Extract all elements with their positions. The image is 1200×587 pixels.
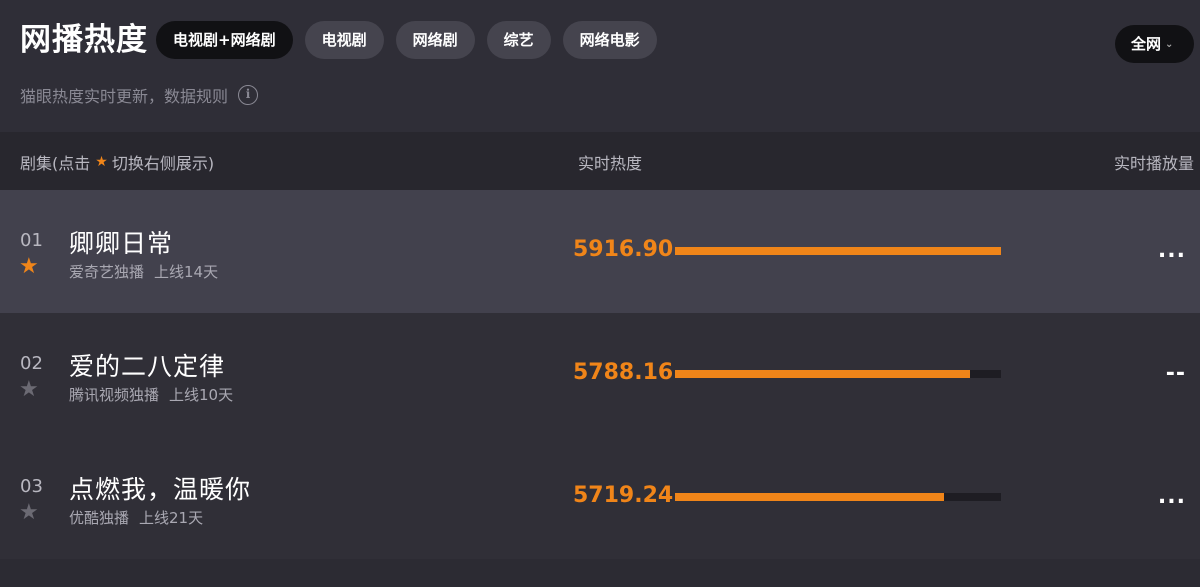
- heat-value: 5719.24: [573, 483, 674, 508]
- column-title-prefix: 剧集(点击: [20, 154, 91, 173]
- rank-number: 01: [20, 230, 43, 251]
- bottom-strip: [0, 559, 1200, 587]
- star-icon: ★: [95, 154, 108, 170]
- tab-tv-and-web-drama[interactable]: 电视剧+网络剧: [156, 21, 293, 59]
- play-count: --: [1165, 361, 1186, 386]
- tab-tv-drama[interactable]: 电视剧: [304, 21, 384, 59]
- heat-bar-fill: [675, 493, 944, 501]
- heat-bar-track: [675, 493, 1001, 501]
- heat-bar-track: [675, 247, 1001, 255]
- days-online-label: 上线21天: [139, 509, 204, 527]
- platform-label: 爱奇艺独播: [69, 263, 145, 281]
- platform-label: 腾讯视频独播: [69, 386, 160, 404]
- subtitle-text: 猫眼热度实时更新，数据规则: [20, 87, 229, 106]
- heat-bar-fill: [675, 247, 1001, 255]
- rank-number: 02: [20, 353, 43, 374]
- column-plays: 实时播放量: [1113, 154, 1194, 173]
- table-row[interactable]: 03 ★ 点燃我，温暖你 优酷独播 上线21天 5719.24 ...: [0, 436, 1200, 559]
- heat-bar-track: [675, 370, 1001, 378]
- play-count: ...: [1157, 238, 1186, 263]
- days-online-label: 上线14天: [154, 263, 219, 281]
- star-icon[interactable]: ★: [19, 379, 39, 401]
- show-title[interactable]: 卿卿日常: [69, 224, 173, 260]
- show-title[interactable]: 爱的二八定律: [69, 347, 225, 383]
- category-tabs: 电视剧+网络剧 电视剧 网络剧 综艺 网络电影: [156, 21, 669, 59]
- header: 网播热度 电视剧+网络剧 电视剧 网络剧 综艺 网络电影 全网 ⌄ 猫眼热度实时更…: [0, 0, 1200, 132]
- show-meta: 优酷独播 上线21天: [69, 507, 203, 528]
- region-select-label: 全网: [1131, 35, 1162, 53]
- play-count: ...: [1157, 484, 1186, 509]
- heat-bar-fill: [675, 370, 971, 378]
- tab-web-drama[interactable]: 网络剧: [395, 21, 475, 59]
- show-meta: 爱奇艺独播 上线14天: [69, 261, 218, 282]
- platform-label: 优酷独播: [69, 509, 130, 527]
- region-select[interactable]: 全网 ⌄: [1115, 25, 1194, 63]
- table-row[interactable]: 02 ★ 爱的二八定律 腾讯视频独播 上线10天 5788.16 --: [0, 313, 1200, 436]
- heat-value: 5916.90: [573, 237, 674, 262]
- table-row[interactable]: 01 ★ 卿卿日常 爱奇艺独播 上线14天 5916.90 ...: [0, 190, 1200, 313]
- column-title-suffix: 切换右侧展示): [111, 154, 215, 173]
- days-online-label: 上线10天: [169, 386, 234, 404]
- heat-value: 5788.16: [573, 360, 674, 385]
- rank-number: 03: [20, 476, 43, 497]
- column-header: 剧集(点击 ★ 切换右侧展示) 实时热度 实时播放量: [0, 132, 1200, 190]
- page-title: 网播热度: [20, 22, 148, 58]
- tab-web-movie[interactable]: 网络电影: [562, 21, 657, 59]
- star-icon[interactable]: ★: [19, 502, 39, 524]
- column-title: 剧集(点击 ★ 切换右侧展示): [20, 150, 214, 174]
- subtitle: 猫眼热度实时更新，数据规则 i: [20, 84, 259, 106]
- show-title[interactable]: 点燃我，温暖你: [69, 470, 251, 506]
- show-meta: 腾讯视频独播 上线10天: [69, 384, 233, 405]
- column-heat: 实时热度: [578, 154, 643, 173]
- chevron-down-icon: ⌄: [1165, 38, 1174, 50]
- tab-variety[interactable]: 综艺: [486, 21, 551, 59]
- star-icon[interactable]: ★: [19, 256, 39, 278]
- info-icon[interactable]: i: [238, 85, 259, 105]
